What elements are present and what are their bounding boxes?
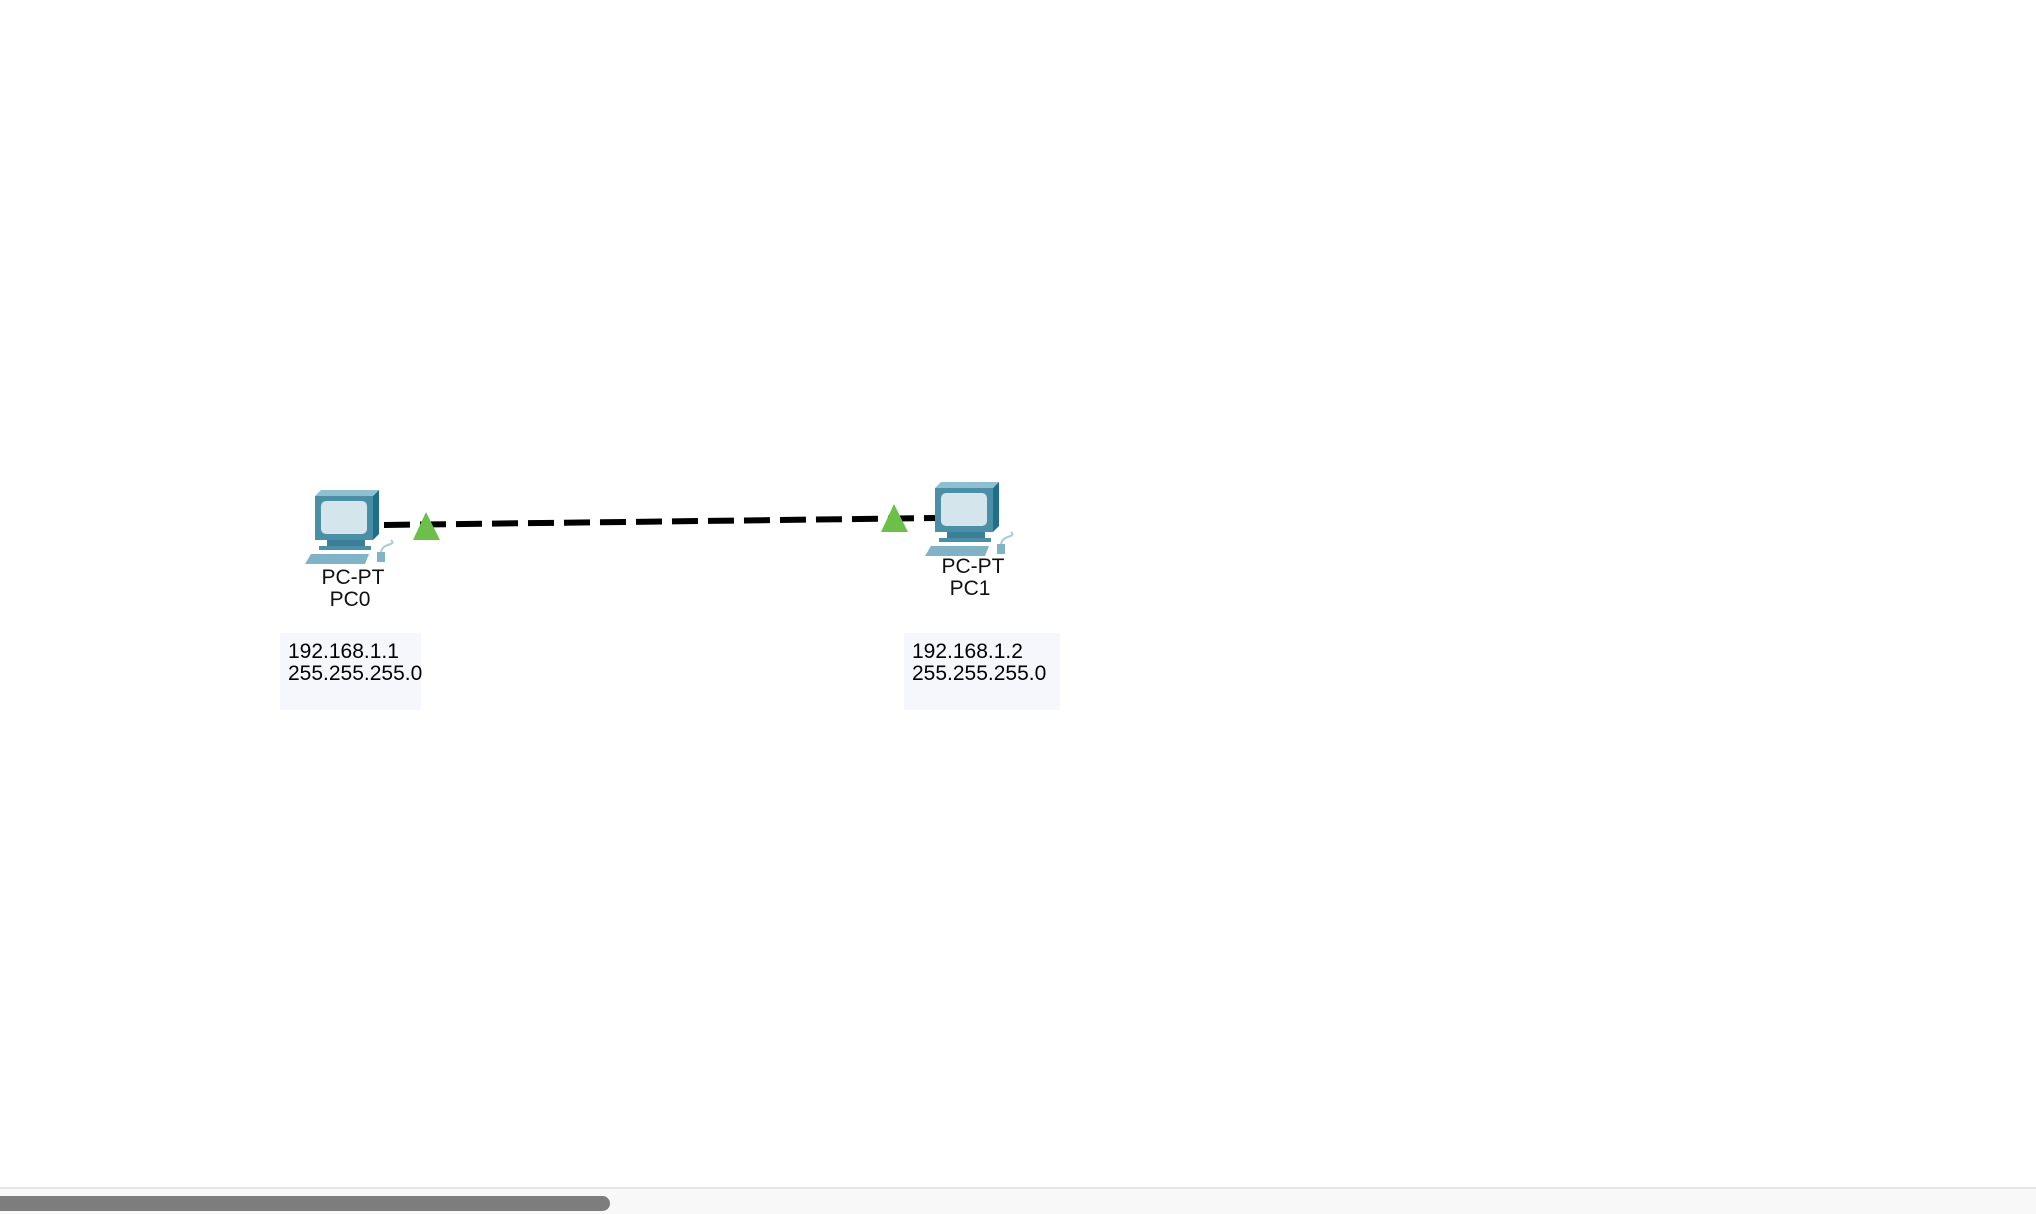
ip-note-pc1: 192.168.1.2 255.255.255.0 [904,633,1060,710]
subnet-mask: 255.255.255.0 [288,662,423,685]
scrollbar-thumb[interactable] [0,1196,610,1211]
device-name-label[interactable]: PC0 [290,589,410,611]
pc-icon [925,482,1014,556]
topology-canvas[interactable]: PC-PT PC0 192.168.1.1 255.255.255.0 PC-P… [0,0,2036,1187]
ip-address: 192.168.1.1 [288,640,399,663]
horizontal-scrollbar[interactable] [0,1187,2036,1214]
device-name-label[interactable]: PC1 [910,578,1030,600]
ip-address: 192.168.1.2 [912,640,1023,663]
device-model-label: PC-PT [941,555,1005,578]
subnet-mask: 255.255.255.0 [912,662,1047,685]
ip-note-pc0: 192.168.1.1 255.255.255.0 [280,633,423,710]
device-pc0[interactable] [305,490,397,571]
device-model-label: PC-PT [321,566,385,589]
pc-icon [305,490,394,564]
crossover-link[interactable] [383,515,939,528]
device-pc1[interactable] [925,482,1017,563]
